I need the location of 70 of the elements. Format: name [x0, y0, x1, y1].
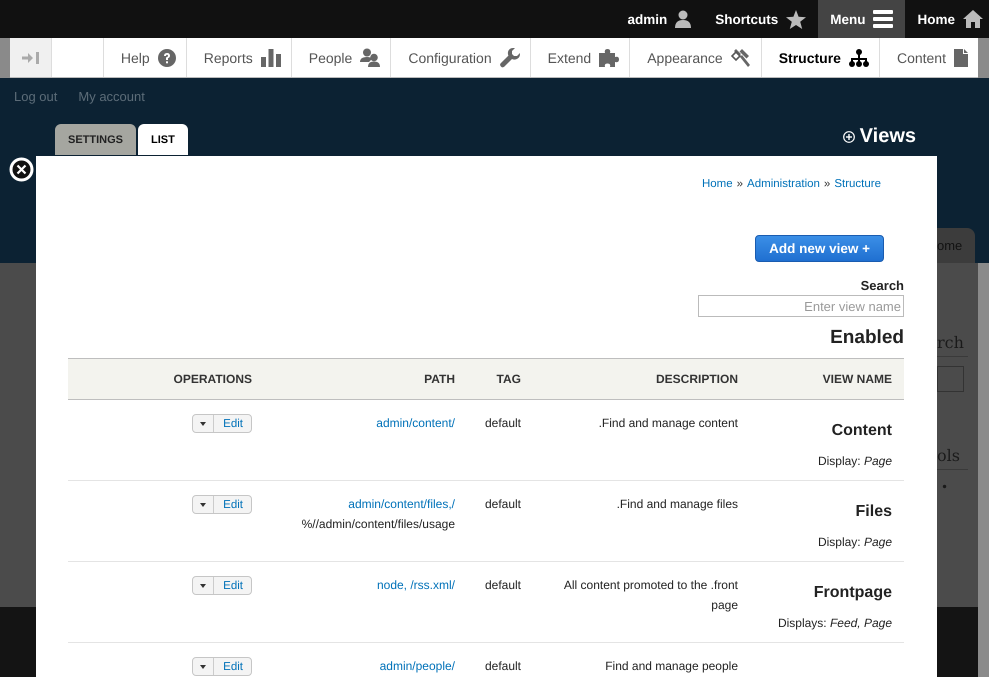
page-tab[interactable]: LIST	[138, 124, 188, 155]
arrow-bar-icon	[22, 52, 40, 64]
tray-menu-item[interactable]: Reports	[186, 38, 291, 77]
column-header: VIEW NAME	[750, 358, 904, 400]
view-name: Content	[830, 421, 892, 441]
caret-icon	[200, 664, 206, 668]
toolbar-tab[interactable]: Home	[905, 0, 989, 38]
tray-menu-item[interactable]: Structure	[760, 38, 879, 77]
view-name: Files	[854, 502, 892, 522]
breadcrumb-separator: »	[824, 178, 830, 190]
edit-button[interactable]: Edit	[214, 658, 251, 675]
path-link[interactable]: node, /rss.xml/	[376, 578, 455, 592]
input-field[interactable]	[937, 366, 964, 392]
hierarchy-icon	[848, 48, 869, 66]
view-tag: default	[479, 656, 521, 676]
column-header: OPERATIONS	[68, 358, 264, 400]
breadcrumb-link[interactable]: Administration	[747, 178, 820, 190]
tray-menu-item[interactable]: Appearance	[629, 38, 761, 77]
view-tag: default	[479, 494, 521, 514]
view-name: Frontpage	[812, 583, 892, 603]
breadcrumb-link[interactable]: Structure	[834, 178, 881, 190]
tray-menu-item[interactable]: People	[290, 38, 390, 77]
plus-circle-icon	[842, 130, 855, 142]
document-icon	[954, 48, 968, 66]
view-tag: default	[479, 575, 521, 595]
tray-menu-item[interactable]: Content	[878, 38, 978, 77]
view-tag: default	[479, 413, 521, 433]
edit-button[interactable]: Edit	[214, 496, 251, 513]
page-tab[interactable]: SETTINGS	[55, 124, 136, 155]
path-link[interactable]: admin/content/	[376, 416, 455, 430]
path-text: %//admin/content/files/usage	[302, 517, 455, 531]
list-bullet: •	[940, 479, 950, 494]
column-header: DESCRIPTION	[533, 358, 750, 400]
help-icon	[158, 48, 176, 66]
section-title: Enabled	[830, 327, 904, 349]
breadcrumb-link[interactable]: Home	[702, 178, 733, 190]
puzzle-icon	[599, 48, 620, 66]
view-description: Find and manage people	[604, 658, 738, 675]
caret-icon	[200, 502, 206, 506]
tray-menu-item[interactable]: Configuration	[390, 38, 530, 77]
caret-icon	[200, 422, 206, 426]
path-link[interactable]: admin/people/	[380, 659, 455, 673]
view-description: All content promoted to the .front page	[562, 577, 738, 614]
view-description: .Find and manage content	[598, 415, 738, 432]
bar-chart-icon	[260, 48, 281, 66]
display-list: Display: Page	[762, 532, 892, 552]
edit-button[interactable]: Edit	[214, 577, 251, 594]
display-list: Displays: Feed, Page	[762, 613, 892, 633]
toolbar-tab[interactable]: admin	[615, 0, 704, 38]
edit-button[interactable]: Edit	[214, 415, 251, 432]
close-icon	[9, 157, 34, 182]
search-field[interactable]: Enter view name	[698, 295, 904, 317]
toolbar-tab[interactable]: Shortcuts	[703, 0, 818, 38]
caret-icon	[200, 584, 206, 588]
path-link[interactable]: admin/content/files,/	[348, 497, 455, 511]
breadcrumb-separator: »	[736, 178, 744, 190]
search-label: Search	[860, 278, 904, 293]
hammer-icon	[730, 48, 751, 68]
column-header: PATH	[264, 358, 467, 400]
view-description: .Find and manage files	[616, 496, 738, 513]
tray-menu-item[interactable]: Extend	[530, 38, 630, 77]
close-button[interactable]	[9, 157, 34, 182]
add-view-button[interactable]: Add new view +	[755, 235, 884, 262]
column-header: TAG	[467, 358, 533, 400]
tray-toggle-button[interactable]	[10, 38, 52, 77]
page-title: Views	[860, 125, 916, 148]
people-icon	[360, 48, 380, 67]
tray-menu-item[interactable]: Help	[102, 38, 186, 77]
display-list: Display: Page	[762, 451, 892, 471]
wrench-icon	[500, 48, 520, 68]
